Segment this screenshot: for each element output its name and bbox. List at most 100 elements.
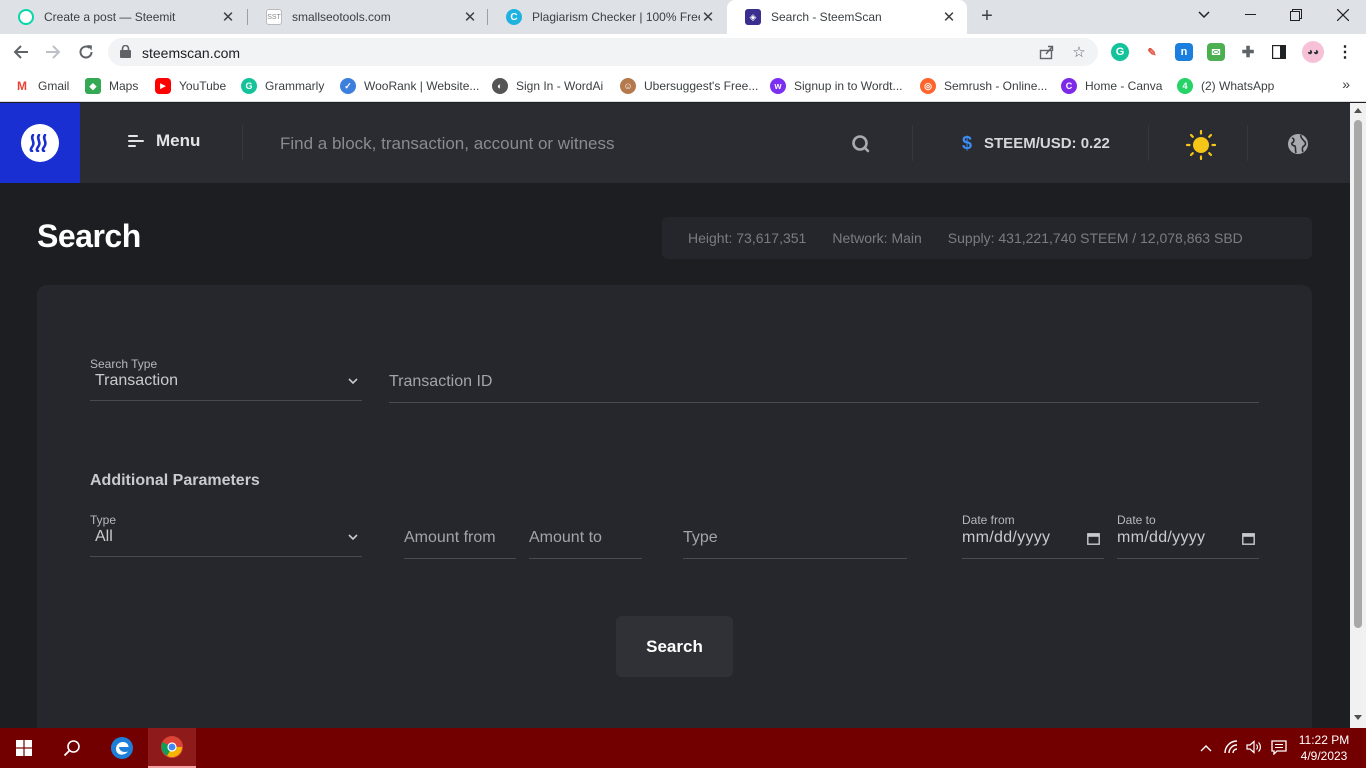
notifications-icon[interactable]: [1271, 740, 1287, 758]
bookmark-whatsapp[interactable]: 4 (2) WhatsApp: [1177, 76, 1274, 96]
block-height-stat: Height: 73,617,351: [688, 230, 807, 246]
reload-icon[interactable]: [73, 39, 99, 65]
amount-from-placeholder: Amount from: [404, 529, 496, 546]
calendar-icon[interactable]: [1087, 532, 1100, 545]
bookmark-woorank[interactable]: ✓ WooRank | Website...: [340, 76, 479, 96]
amount-from-input[interactable]: Amount from: [404, 519, 516, 559]
forward-arrow-icon[interactable]: [40, 39, 66, 65]
new-tab-button[interactable]: +: [976, 5, 998, 27]
search-button[interactable]: Search: [616, 616, 733, 677]
semrush-icon: ◎: [920, 78, 936, 94]
address-bar[interactable]: steemscan.com ☆: [108, 38, 1098, 66]
search-type-select[interactable]: Transaction: [90, 367, 362, 401]
header-divider: [912, 125, 913, 161]
operation-type-select[interactable]: All: [90, 523, 362, 557]
transaction-id-input[interactable]: Transaction ID: [389, 363, 1259, 403]
network-stat: Network: Main: [832, 230, 922, 246]
bookmark-youtube[interactable]: ▶ YouTube: [155, 76, 226, 96]
restore-button[interactable]: [1273, 0, 1319, 30]
edge-browser-icon[interactable]: [98, 728, 146, 768]
windows-taskbar: 11:22 PM 4/9/2023: [0, 728, 1366, 768]
grammarly-extension-icon[interactable]: G: [1111, 43, 1129, 61]
site-header: Menu Find a block, transaction, account …: [0, 103, 1350, 183]
extension-inbox-icon[interactable]: ✉: [1207, 43, 1225, 61]
profile-avatar-icon[interactable]: ◕◕: [1302, 41, 1324, 63]
menu-button[interactable]: Menu: [128, 131, 200, 151]
minimize-button[interactable]: [1227, 0, 1273, 30]
extension-pin-icon[interactable]: ✎: [1143, 43, 1161, 61]
close-window-button[interactable]: [1320, 0, 1366, 30]
ubersuggest-icon: ☺: [620, 78, 636, 94]
menu-label: Menu: [156, 131, 201, 150]
url-text: steemscan.com: [142, 45, 241, 61]
page-scrollbar[interactable]: [1350, 103, 1366, 728]
chrome-taskbar-icon[interactable]: [148, 728, 196, 768]
date-from-input[interactable]: mm/dd/yyyy: [962, 519, 1104, 559]
bookmark-gmail[interactable]: M Gmail: [14, 76, 69, 96]
clock-date: 4/9/2023: [1300, 749, 1348, 763]
bookmark-ubersuggest[interactable]: ☺ Ubersuggest's Free...: [620, 76, 758, 96]
tab-steemit[interactable]: Create a post — Steemit ✕: [0, 0, 246, 34]
bookmark-label: Signup in to Wordt...: [794, 79, 903, 93]
close-tab-icon[interactable]: ✕: [700, 8, 716, 26]
bookmark-maps[interactable]: ◆ Maps: [85, 76, 138, 96]
bookmark-label: Sign In - WordAi: [516, 79, 604, 93]
extensions-puzzle-icon[interactable]: ✚: [1239, 43, 1257, 61]
bookmark-canva[interactable]: C Home - Canva: [1061, 76, 1162, 96]
close-tab-icon[interactable]: ✕: [220, 8, 236, 26]
site-search-input[interactable]: Find a block, transaction, account or wi…: [280, 134, 615, 154]
bookmark-semrush[interactable]: ◎ Semrush - Online...: [920, 76, 1047, 96]
tab-steemscan[interactable]: ◈ Search - SteemScan ✕: [727, 0, 967, 34]
page-viewport: Menu Find a block, transaction, account …: [0, 103, 1350, 728]
tab-search-chevron-icon[interactable]: [1181, 0, 1227, 30]
scroll-up-arrow-icon[interactable]: [1354, 108, 1362, 113]
close-tab-icon[interactable]: ✕: [462, 8, 478, 26]
taskbar-search-icon[interactable]: [48, 728, 96, 768]
side-panel-icon[interactable]: [1270, 43, 1288, 61]
bookmark-wordtune[interactable]: w Signup in to Wordt...: [770, 76, 903, 96]
chrome-menu-icon[interactable]: ⋮: [1336, 43, 1354, 61]
clock-time: 11:22 PM: [1298, 733, 1350, 747]
menu-icon: [128, 134, 144, 148]
date-to-input[interactable]: mm/dd/yyyy: [1117, 519, 1259, 559]
steem-logo[interactable]: [0, 103, 80, 183]
search-form-card: Search Type Transaction Transaction ID A…: [37, 285, 1312, 728]
tab-plagiarism-checker[interactable]: C Plagiarism Checker | 100% Free a ✕: [488, 0, 726, 34]
steemit-icon: [18, 9, 34, 25]
theme-toggle-sun-icon[interactable]: [1186, 130, 1216, 160]
back-arrow-icon[interactable]: [8, 39, 34, 65]
windows-start-icon[interactable]: [0, 728, 48, 768]
scroll-down-arrow-icon[interactable]: [1354, 715, 1362, 720]
chevron-down-icon: [348, 378, 358, 385]
search-icon[interactable]: [851, 134, 871, 154]
volume-icon[interactable]: [1246, 740, 1262, 757]
tab-title: Search - SteemScan: [771, 10, 882, 24]
bookmark-grammarly[interactable]: G Grammarly: [241, 76, 324, 96]
share-icon[interactable]: [1038, 44, 1056, 62]
date-from-value: mm/dd/yyyy: [962, 529, 1051, 546]
header-divider: [1247, 125, 1248, 161]
page-title: Search: [37, 218, 141, 254]
grammarly-icon: G: [241, 78, 257, 94]
bookmark-label: YouTube: [179, 79, 227, 93]
wifi-icon[interactable]: [1224, 740, 1240, 757]
scrollbar-thumb[interactable]: [1354, 120, 1362, 628]
wordai-icon: ◐: [492, 78, 508, 94]
bookmark-label: Maps: [109, 79, 139, 93]
bookmark-star-icon[interactable]: ☆: [1070, 44, 1088, 62]
calendar-icon[interactable]: [1242, 532, 1255, 545]
bookmark-wordai[interactable]: ◐ Sign In - WordAi: [492, 76, 603, 96]
type-text-input[interactable]: Type: [683, 519, 907, 559]
bookmarks-overflow-icon[interactable]: »: [1342, 76, 1350, 92]
amount-to-input[interactable]: Amount to: [529, 519, 642, 559]
steem-logo-icon: [21, 124, 59, 162]
close-tab-icon[interactable]: ✕: [941, 8, 957, 26]
bookmark-label: (2) WhatsApp: [1201, 79, 1275, 93]
language-globe-icon[interactable]: [1287, 133, 1309, 155]
tab-smallseotools[interactable]: SST smallseotools.com ✕: [248, 0, 488, 34]
transaction-id-placeholder: Transaction ID: [389, 373, 493, 390]
bookmark-label: Grammarly: [265, 79, 325, 93]
system-clock[interactable]: 11:22 PM 4/9/2023: [1290, 732, 1358, 764]
show-hidden-icons-chevron-icon[interactable]: [1200, 740, 1212, 755]
extension-n-icon[interactable]: n: [1175, 43, 1193, 61]
